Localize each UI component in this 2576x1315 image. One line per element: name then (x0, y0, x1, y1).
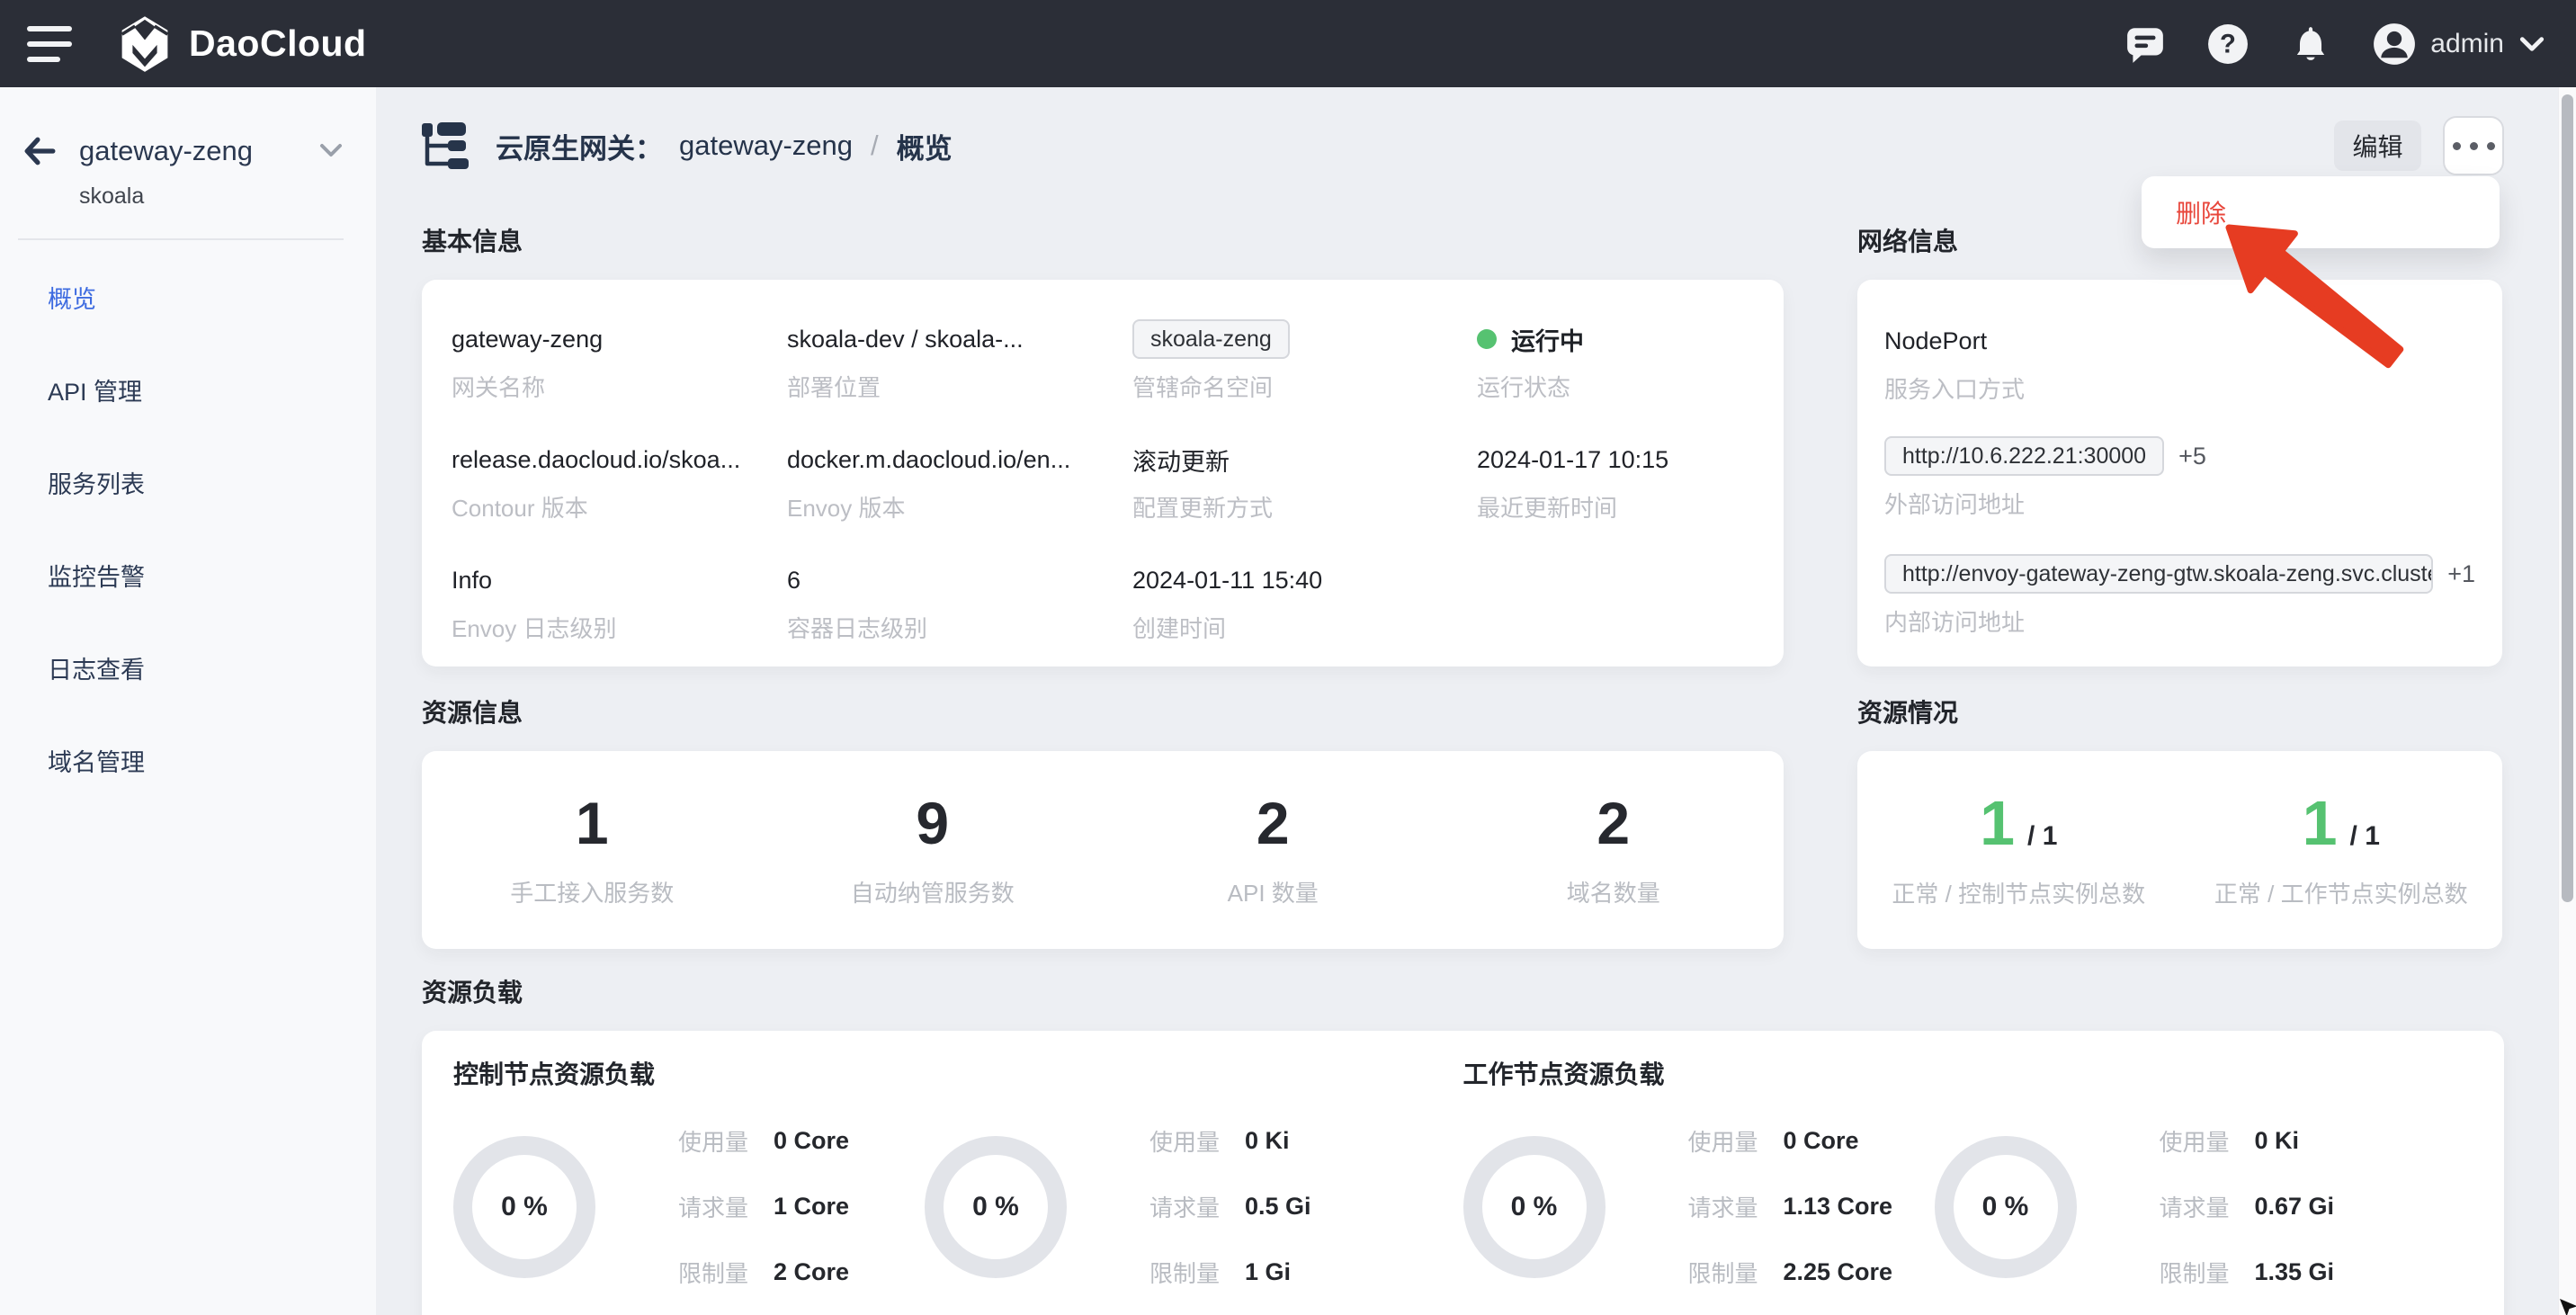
control-cpu-donut: 0 % (453, 1136, 595, 1278)
avatar (2373, 22, 2416, 66)
field-created-time: 2024-01-11 15:40 创建时间 (1132, 560, 1477, 644)
field-external-address: http://10.6.222.21:30000 +5 外部访问地址 (1884, 436, 2475, 520)
back-arrow-icon[interactable] (23, 137, 56, 165)
field-gateway-name: gateway-zeng 网关名称 (452, 319, 787, 403)
workspace-name: skoala (79, 183, 376, 210)
sidebar-item-api-management[interactable]: API 管理 (0, 344, 376, 436)
worker-memory-stats: 使用量0 Ki 请求量0.67 Gi 限制量1.35 Gi (2160, 1124, 2356, 1289)
help-icon[interactable]: ? (2207, 23, 2249, 65)
worker-memory-donut: 0 % (1935, 1136, 2077, 1278)
gateway-switch-chevron-icon[interactable] (318, 142, 344, 160)
logo-text: DaoCloud (189, 22, 367, 65)
topbar-right: ? admin (2124, 22, 2545, 66)
control-memory-stats: 使用量0 Ki 请求量0.5 Gi 限制量1 Gi (1149, 1124, 1346, 1289)
status-badge: 运行中 (1511, 322, 1584, 357)
field-envoy-log-level: Info Envoy 日志级别 (452, 560, 787, 644)
sidebar-item-log-viewer[interactable]: 日志查看 (0, 622, 376, 714)
worker-cpu-donut: 0 % (1463, 1136, 1606, 1278)
field-internal-address: http://envoy-gateway-zeng-gtw.skoala-zen… (1884, 554, 2475, 638)
field-running-status: 运行中 运行状态 (1477, 319, 1784, 403)
sidebar-item-monitoring-alerts[interactable]: 监控告警 (0, 529, 376, 622)
svg-text:?: ? (2220, 30, 2236, 58)
network-info-card: NodePort 服务入口方式 http://10.6.222.21:30000… (1857, 280, 2502, 666)
field-container-log-level: 6 容器日志级别 (787, 560, 1132, 644)
status-dot (1477, 329, 1497, 349)
basic-info-card: gateway-zeng 网关名称 skoala-dev / skoala-..… (422, 280, 1784, 666)
field-last-updated: 2024-01-17 10:15 最近更新时间 (1477, 440, 1784, 523)
main-content: 云原生网关： gateway-zeng / 概览 编辑 删除 (376, 87, 2576, 1315)
resource-load-title: 资源负载 (422, 980, 2504, 1006)
control-memory-donut: 0 % (925, 1136, 1067, 1278)
breadcrumb-current-page: 概览 (897, 126, 953, 166)
field-service-entry: NodePort 服务入口方式 (1884, 321, 2475, 405)
daocloud-cube-icon (119, 14, 171, 74)
gateway-tree-icon (422, 122, 469, 169)
more-icon (2453, 142, 2461, 150)
notifications-bell-icon[interactable] (2290, 23, 2331, 65)
gateway-name[interactable]: gateway-zeng (79, 135, 253, 167)
field-update-strategy: 滚动更新 配置更新方式 (1132, 440, 1477, 523)
topbar: DaoCloud ? (0, 0, 2576, 87)
worker-node-load: 工作节点资源负载 0 % 使用量0 Core 请求量1.13 Core 限制量2… (1463, 1061, 2473, 1315)
header-actions: 编辑 (2334, 114, 2504, 177)
hamburger-menu-icon[interactable] (27, 26, 72, 62)
chevron-down-icon (2518, 33, 2545, 55)
sidebar-divider (18, 238, 344, 240)
page-scrollbar (2558, 87, 2576, 1315)
edit-button[interactable]: 编辑 (2334, 121, 2421, 171)
resource-status-title: 资源情况 (1857, 700, 2502, 727)
username: admin (2430, 29, 2504, 59)
scrollbar-thumb[interactable] (2562, 94, 2573, 902)
page-title-prefix: 云原生网关： (496, 126, 663, 166)
basic-info-title: 基本信息 (422, 228, 1784, 255)
resource-info-title: 资源信息 (422, 700, 1784, 727)
sidebar: gateway-zeng skoala 概览 API 管理 服务列表 监控告警 … (0, 87, 376, 1315)
stat-worker-instances: 1 / 1 正常 / 工作节点实例总数 (2180, 792, 2503, 909)
field-contour-version: release.daocloud.io/skoa... Contour 版本 (452, 440, 787, 523)
page-header: 云原生网关： gateway-zeng / 概览 编辑 (422, 114, 2504, 177)
resource-info-section: 资源信息 1 手工接入服务数 9 自动纳管服务数 2 API 数量 (422, 700, 1784, 949)
sidebar-item-overview[interactable]: 概览 (0, 251, 376, 344)
resource-load-section: 资源负载 控制节点资源负载 0 % 使用量0 Core 请求量1 Core 限制… (422, 980, 2504, 1315)
worker-cpu-stats: 使用量0 Core 请求量1.13 Core 限制量2.25 Core (1688, 1124, 1884, 1289)
external-address-more[interactable]: +5 (2178, 443, 2206, 470)
more-actions-dropdown: 删除 (2142, 176, 2500, 248)
field-deploy-location: skoala-dev / skoala-... 部署位置 (787, 319, 1132, 403)
stat-control-instances: 1 / 1 正常 / 控制节点实例总数 (1857, 792, 2180, 909)
user-menu[interactable]: admin (2373, 22, 2545, 66)
daocloud-logo[interactable]: DaoCloud (119, 14, 367, 74)
chat-icon[interactable] (2124, 23, 2166, 65)
external-address-tag[interactable]: http://10.6.222.21:30000 (1884, 436, 2164, 476)
mouse-cursor (2560, 1299, 2576, 1315)
more-actions-button[interactable] (2443, 116, 2504, 175)
field-envoy-version: docker.m.daocloud.io/en... Envoy 版本 (787, 440, 1132, 523)
delete-menu-item[interactable]: 删除 (2142, 194, 2226, 230)
stat-auto-services: 9 自动纳管服务数 (763, 792, 1104, 908)
resource-status-card: 1 / 1 正常 / 控制节点实例总数 1 / 1 正常 / 工作节点实例总数 (1857, 751, 2502, 949)
app-screen: DaoCloud ? (0, 0, 2576, 1315)
field-managed-namespace: skoala-zeng 管辖命名空间 (1132, 319, 1477, 403)
basic-info-section: 基本信息 gateway-zeng 网关名称 skoala-dev / skoa… (422, 228, 1784, 666)
control-cpu-stats: 使用量0 Core 请求量1 Core 限制量2 Core (678, 1124, 874, 1289)
breadcrumb-separator: / (871, 130, 879, 162)
sidebar-item-service-list[interactable]: 服务列表 (0, 436, 376, 529)
breadcrumb-gateway-name: gateway-zeng (679, 130, 853, 162)
namespace-tag[interactable]: skoala-zeng (1132, 319, 1290, 359)
resource-load-card: 控制节点资源负载 0 % 使用量0 Core 请求量1 Core 限制量2 Co… (422, 1031, 2504, 1315)
stat-domain-count: 2 域名数量 (1444, 792, 1784, 908)
resource-status-section: 资源情况 1 / 1 正常 / 控制节点实例总数 1 (1857, 700, 2502, 949)
stat-manual-services: 1 手工接入服务数 (422, 792, 763, 908)
stat-api-count: 2 API 数量 (1103, 792, 1444, 908)
internal-address-more[interactable]: +1 (2447, 560, 2475, 588)
breadcrumb: 云原生网关： gateway-zeng / 概览 (496, 126, 953, 166)
control-node-load: 控制节点资源负载 0 % 使用量0 Core 请求量1 Core 限制量2 Co… (453, 1061, 1463, 1315)
internal-address-tag[interactable]: http://envoy-gateway-zeng-gtw.skoala-zen… (1884, 554, 2433, 594)
sidebar-nav: 概览 API 管理 服务列表 监控告警 日志查看 域名管理 (0, 251, 376, 807)
resource-info-card: 1 手工接入服务数 9 自动纳管服务数 2 API 数量 2 (422, 751, 1784, 949)
sidebar-item-domain-management[interactable]: 域名管理 (0, 714, 376, 807)
network-info-section: 网络信息 NodePort 服务入口方式 http://10.6.222.21:… (1857, 228, 2502, 666)
